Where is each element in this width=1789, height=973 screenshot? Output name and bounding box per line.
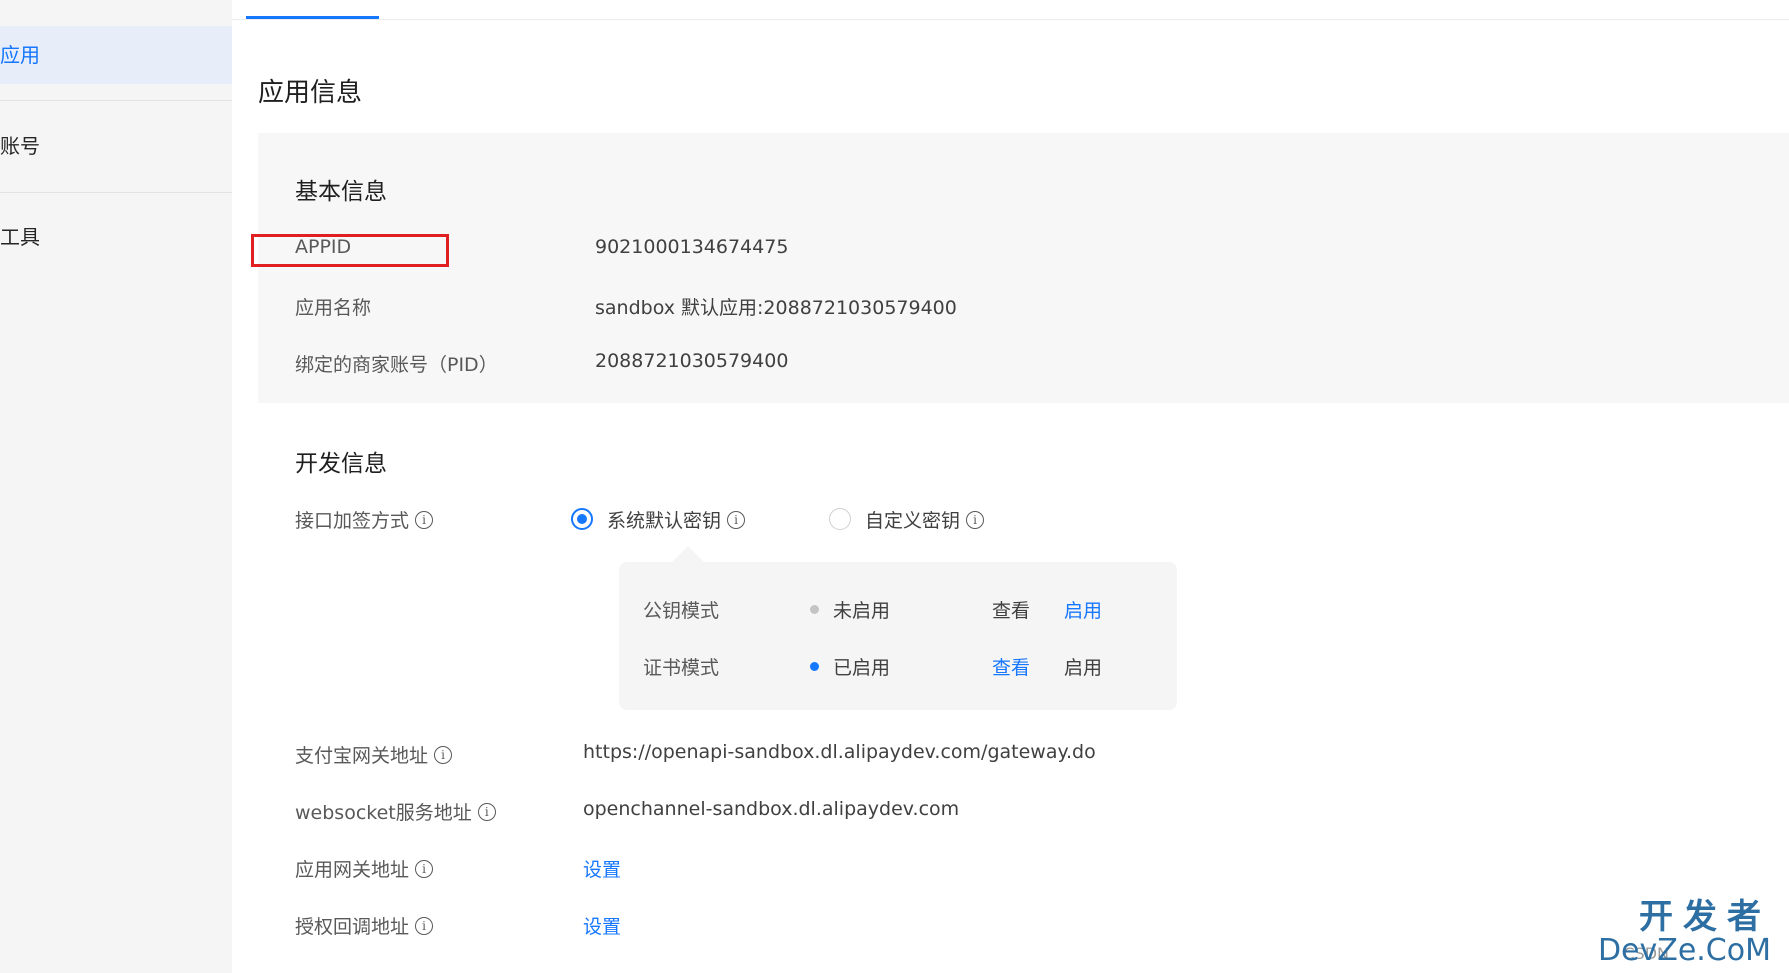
app-name-value: sandbox 默认应用:2088721030579400 xyxy=(595,297,957,319)
basic-info-title: 基本信息 xyxy=(295,179,387,205)
app-gateway-label: 应用网关地址 i xyxy=(295,855,434,882)
tab-bar-border xyxy=(232,19,1789,20)
app-name-label: 应用名称 xyxy=(295,297,372,319)
page-title: 应用信息 xyxy=(258,78,363,108)
info-icon[interactable]: i xyxy=(415,916,434,935)
sidebar-divider xyxy=(0,192,232,193)
info-icon[interactable]: i xyxy=(434,745,453,764)
status-dot-inactive xyxy=(810,605,819,614)
sidebar-item-account[interactable]: 账号 xyxy=(0,117,232,175)
app-gateway-label-text: 应用网关地址 xyxy=(295,859,410,881)
sign-method-label-text: 接口加签方式 xyxy=(295,510,410,532)
status-dot-active xyxy=(810,662,819,671)
appid-value: 9021000134674475 xyxy=(595,236,789,258)
custom-key-option[interactable]: 自定义密钥 i xyxy=(865,506,985,533)
websocket-label-text: websocket服务地址 xyxy=(295,802,472,824)
radio-default-key[interactable] xyxy=(571,508,593,530)
info-icon[interactable]: i xyxy=(727,510,746,529)
callback-label: 授权回调地址 i xyxy=(295,912,434,939)
public-key-mode-label: 公钥模式 xyxy=(643,600,720,622)
callback-set-link[interactable]: 设置 xyxy=(583,912,621,939)
public-key-enable-link[interactable]: 启用 xyxy=(1064,596,1102,623)
sidebar-item-label: 账号 xyxy=(0,134,40,158)
dev-info-title: 开发信息 xyxy=(295,451,387,477)
watermark-cn: 开发者 xyxy=(1639,897,1771,937)
callback-label-text: 授权回调地址 xyxy=(295,916,410,938)
info-icon[interactable]: i xyxy=(415,859,434,878)
radio-custom-key[interactable] xyxy=(829,508,851,530)
sidebar-item-label: 应用 xyxy=(0,43,40,67)
cert-mode-label: 证书模式 xyxy=(643,657,720,679)
info-icon[interactable]: i xyxy=(477,802,496,821)
gateway-value: https://openapi-sandbox.dl.alipaydev.com… xyxy=(583,741,1096,763)
public-key-view-button[interactable]: 查看 xyxy=(992,596,1030,623)
mode-panel-arrow xyxy=(672,546,704,562)
cert-view-link[interactable]: 查看 xyxy=(992,653,1030,680)
cert-enable-button[interactable]: 启用 xyxy=(1064,653,1102,680)
sidebar: 应用 账号 工具 xyxy=(0,0,232,973)
sidebar-divider xyxy=(0,100,232,101)
websocket-label: websocket服务地址 i xyxy=(295,798,496,825)
default-key-option[interactable]: 系统默认密钥 i xyxy=(607,506,746,533)
websocket-value: openchannel-sandbox.dl.alipaydev.com xyxy=(583,798,960,820)
sidebar-item-label: 工具 xyxy=(0,225,40,249)
info-icon[interactable]: i xyxy=(966,510,985,529)
sign-method-label: 接口加签方式 i xyxy=(295,506,434,533)
app-gateway-set-link[interactable]: 设置 xyxy=(583,855,621,882)
default-key-label: 系统默认密钥 xyxy=(607,510,722,532)
active-tab-indicator[interactable] xyxy=(246,16,379,19)
pid-label: 绑定的商家账号（PID） xyxy=(295,354,498,376)
watermark-en: DevZe.CoM xyxy=(1597,933,1771,968)
cert-status: 已启用 xyxy=(833,657,891,679)
appid-highlight-box xyxy=(251,234,449,267)
key-mode-panel xyxy=(619,562,1177,710)
sidebar-item-app[interactable]: 应用 xyxy=(0,26,232,84)
custom-key-label: 自定义密钥 xyxy=(865,510,961,532)
pid-value: 2088721030579400 xyxy=(595,350,789,372)
public-key-status: 未启用 xyxy=(833,600,891,622)
info-icon[interactable]: i xyxy=(415,510,434,529)
gateway-label-text: 支付宝网关地址 xyxy=(295,745,429,767)
sidebar-item-tools[interactable]: 工具 xyxy=(0,208,232,266)
devze-watermark: 开发者 DevZe.CoM xyxy=(1598,899,1771,967)
gateway-label: 支付宝网关地址 i xyxy=(295,741,453,768)
